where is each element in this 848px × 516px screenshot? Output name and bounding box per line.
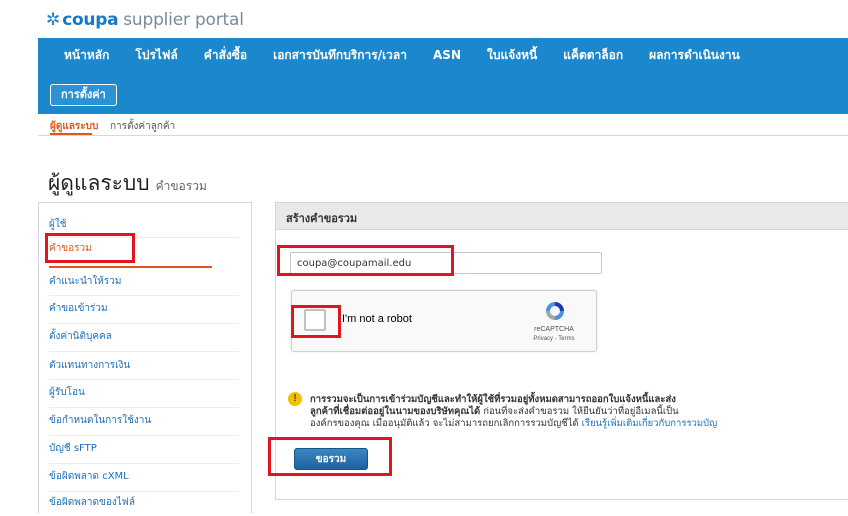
subnav-admin[interactable]: ผู้ดูแลระบบ: [50, 119, 98, 134]
notice-line-3: องค์กรของคุณ เมื่ออนุมัติแล้ว จะไม่สามาร…: [310, 416, 717, 431]
sidebar-divider: [49, 351, 239, 352]
nav-invoices[interactable]: ใบแจ้งหนี้: [487, 46, 537, 65]
create-merge-request-panel: สร้างคำขอรวม I'm not a robot reCAPTCHA P…: [275, 202, 848, 500]
recaptcha-brand: reCAPTCHA: [534, 326, 574, 333]
recaptcha-widget: I'm not a robot reCAPTCHA Privacy - Term…: [291, 290, 597, 352]
nav-home[interactable]: หน้าหลัก: [64, 46, 109, 65]
notice-line-3-text: องค์กรของคุณ เมื่ออนุมัติแล้ว จะไม่สามาร…: [310, 418, 579, 429]
sidebar-item-financial-agents[interactable]: ตัวแทนทางการเงิน: [49, 353, 209, 379]
panel-header: สร้างคำขอรวม: [276, 203, 848, 230]
admin-sidebar: ผู้ใช้ คำขอรวม คำแนะนำให้รวม คำขอเข้าร่ว…: [38, 202, 252, 513]
sidebar-item-file-errors[interactable]: ข้อผิดพลาดของไฟล์: [49, 490, 209, 516]
logo-subtitle-text: supplier portal: [123, 10, 244, 30]
panel-header-title: สร้างคำขอรวม: [286, 212, 358, 225]
page-subtitle: คำขอรวม: [155, 179, 207, 193]
sidebar-item-merge-suggestions[interactable]: คำแนะนำให้รวม: [49, 269, 209, 295]
recaptcha-checkbox[interactable]: [304, 309, 326, 331]
recaptcha-label: I'm not a robot: [342, 313, 412, 325]
sidebar-item-sftp-accounts[interactable]: บัญชี sFTP: [49, 436, 209, 462]
subnav-active-underline: [50, 133, 92, 135]
nav-orders[interactable]: คำสั่งซื้อ: [204, 46, 247, 65]
sidebar-item-legal-entity-setup[interactable]: ตั้งค่านิติบุคคล: [49, 324, 209, 350]
nav-asn[interactable]: ASN: [433, 48, 461, 62]
warning-icon: !: [288, 392, 302, 406]
merge-email-input[interactable]: [290, 252, 602, 274]
sidebar-item-cxml-errors[interactable]: ข้อผิดพลาด cXML: [49, 464, 209, 490]
page-title-text: ผู้ดูแลระบบ: [48, 171, 150, 195]
submit-merge-request-button[interactable]: ขอรวม: [294, 448, 368, 470]
logo-brand-text: coupa: [62, 10, 119, 30]
nav-settings-tab[interactable]: การตั้งค่า: [50, 84, 117, 106]
coupa-logo[interactable]: ✲ coupa supplier portal: [46, 8, 244, 32]
sidebar-active-underline: [49, 266, 212, 268]
nav-catalogs[interactable]: แค็ตตาล็อก: [563, 46, 623, 65]
learn-more-link[interactable]: เรียนรู้เพิ่มเติมเกี่ยวกับการรวมบัญ: [582, 418, 718, 429]
nav-service-time-sheets[interactable]: เอกสารบันทึกบริการ/เวลา: [273, 46, 407, 65]
nav-performance[interactable]: ผลการดำเนินงาน: [649, 46, 740, 65]
sidebar-item-merge-requests[interactable]: คำขอรวม: [49, 236, 209, 262]
coupa-sunburst-icon: ✲: [46, 9, 61, 30]
sidebar-item-join-requests[interactable]: คำขอเข้าร่วม: [49, 296, 209, 322]
top-navigation-bar: หน้าหลัก โปรไฟล์ คำสั่งซื้อ เอกสารบันทึก…: [38, 38, 848, 114]
sidebar-item-assignees[interactable]: ผู้รับโอน: [49, 380, 209, 406]
subnav-customer-settings[interactable]: การตั้งค่าลูกค้า: [110, 119, 175, 134]
recaptcha-logo-icon: [546, 302, 564, 320]
nav-profile[interactable]: โปรไฟล์: [135, 46, 177, 65]
page-title: ผู้ดูแลระบบ คำขอรวม: [48, 167, 207, 200]
settings-subnav: ผู้ดูแลระบบ การตั้งค่าลูกค้า: [38, 117, 848, 136]
main-nav: หน้าหลัก โปรไฟล์ คำสั่งซื้อ เอกสารบันทึก…: [38, 38, 740, 72]
sidebar-item-terms-of-use[interactable]: ข้อกำหนดในการใช้งาน: [49, 408, 209, 434]
sidebar-item-users[interactable]: ผู้ใช้: [49, 212, 209, 238]
recaptcha-privacy-terms-link[interactable]: Privacy - Terms: [518, 336, 590, 342]
